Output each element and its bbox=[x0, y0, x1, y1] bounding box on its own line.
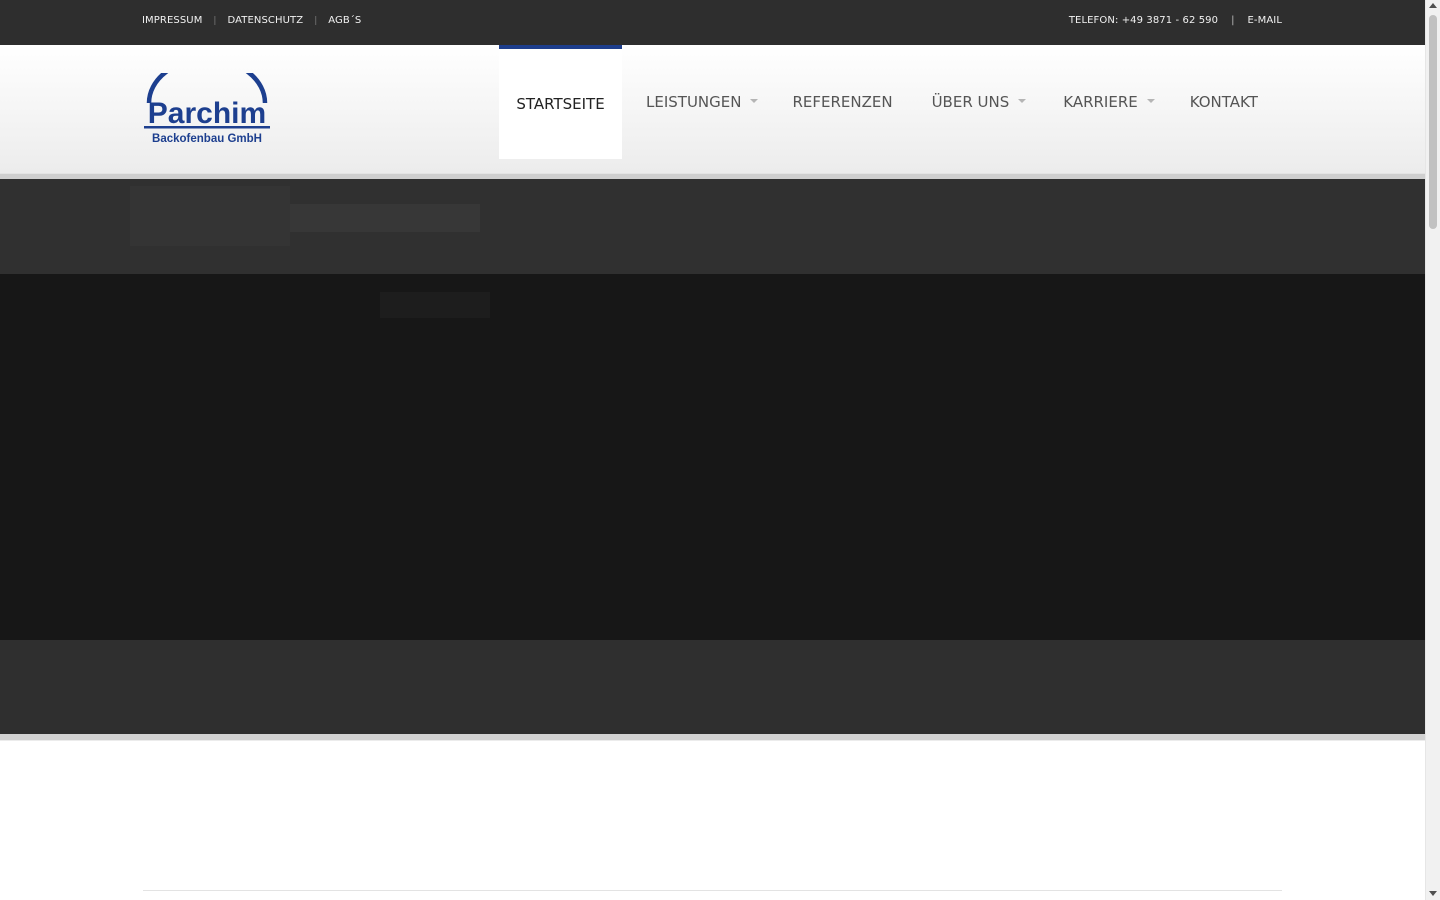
nav-label: KONTAKT bbox=[1189, 93, 1258, 111]
main-navigation: STARTSEITE LEISTUNGEN REFERENZEN ÜBER UN… bbox=[499, 45, 1258, 159]
nav-item-karriere[interactable]: KARRIERE bbox=[1063, 45, 1155, 159]
nav-label: STARTSEITE bbox=[516, 95, 605, 113]
email-link[interactable]: E-MAIL bbox=[1247, 15, 1282, 26]
scrollbar-thumb[interactable] bbox=[1429, 15, 1437, 229]
separator: | bbox=[314, 15, 318, 26]
datenschutz-link[interactable]: DATENSCHUTZ bbox=[227, 15, 303, 26]
nav-item-kontakt[interactable]: KONTAKT bbox=[1190, 45, 1258, 159]
nav-label: ÜBER UNS bbox=[931, 93, 1010, 111]
nav-label: LEISTUNGEN bbox=[646, 93, 742, 111]
hero-slider[interactable] bbox=[0, 274, 1425, 640]
scroll-down-icon[interactable] bbox=[1429, 891, 1437, 896]
nav-item-startseite[interactable]: STARTSEITE bbox=[499, 45, 622, 159]
horizontal-divider bbox=[143, 890, 1282, 891]
top-bar: IMPRESSUM | DATENSCHUTZ | AGB´S TELEFON:… bbox=[0, 0, 1425, 45]
impressum-link[interactable]: IMPRESSUM bbox=[142, 15, 202, 26]
logo-brand-text: Parchim bbox=[148, 97, 266, 130]
vertical-scrollbar[interactable] bbox=[1425, 0, 1440, 900]
nav-label: REFERENZEN bbox=[792, 93, 893, 111]
faded-shape bbox=[290, 204, 480, 232]
logo-graphic: Parchim Backofenbau GmbH bbox=[144, 73, 270, 145]
hero-bottom-band bbox=[0, 640, 1425, 734]
separator: | bbox=[1231, 15, 1235, 26]
nav-item-ueber-uns[interactable]: ÜBER UNS bbox=[932, 45, 1027, 159]
hero-faded-image bbox=[130, 186, 480, 246]
contact-links: TELEFON: +49 3871 - 62 590 | E-MAIL bbox=[1069, 15, 1282, 26]
legal-links: IMPRESSUM | DATENSCHUTZ | AGB´S bbox=[142, 15, 361, 26]
caret-down-icon bbox=[1018, 99, 1027, 103]
content-area bbox=[0, 741, 1425, 900]
caret-down-icon bbox=[750, 99, 759, 103]
caret-down-icon bbox=[1146, 99, 1155, 103]
faded-shape bbox=[130, 186, 290, 246]
separator: | bbox=[213, 15, 217, 26]
nav-item-leistungen[interactable]: LEISTUNGEN bbox=[646, 45, 759, 159]
agb-link[interactable]: AGB´S bbox=[328, 15, 361, 26]
company-logo[interactable]: Parchim Backofenbau GmbH bbox=[143, 73, 271, 147]
phone-link[interactable]: TELEFON: +49 3871 - 62 590 bbox=[1069, 15, 1218, 26]
faded-shape bbox=[380, 292, 490, 318]
nav-label: KARRIERE bbox=[1063, 93, 1138, 111]
scroll-up-icon[interactable] bbox=[1429, 3, 1437, 8]
hero-divider bbox=[0, 734, 1425, 741]
nav-item-referenzen[interactable]: REFERENZEN bbox=[792, 45, 892, 159]
logo-subtitle-text: Backofenbau GmbH bbox=[152, 133, 262, 145]
